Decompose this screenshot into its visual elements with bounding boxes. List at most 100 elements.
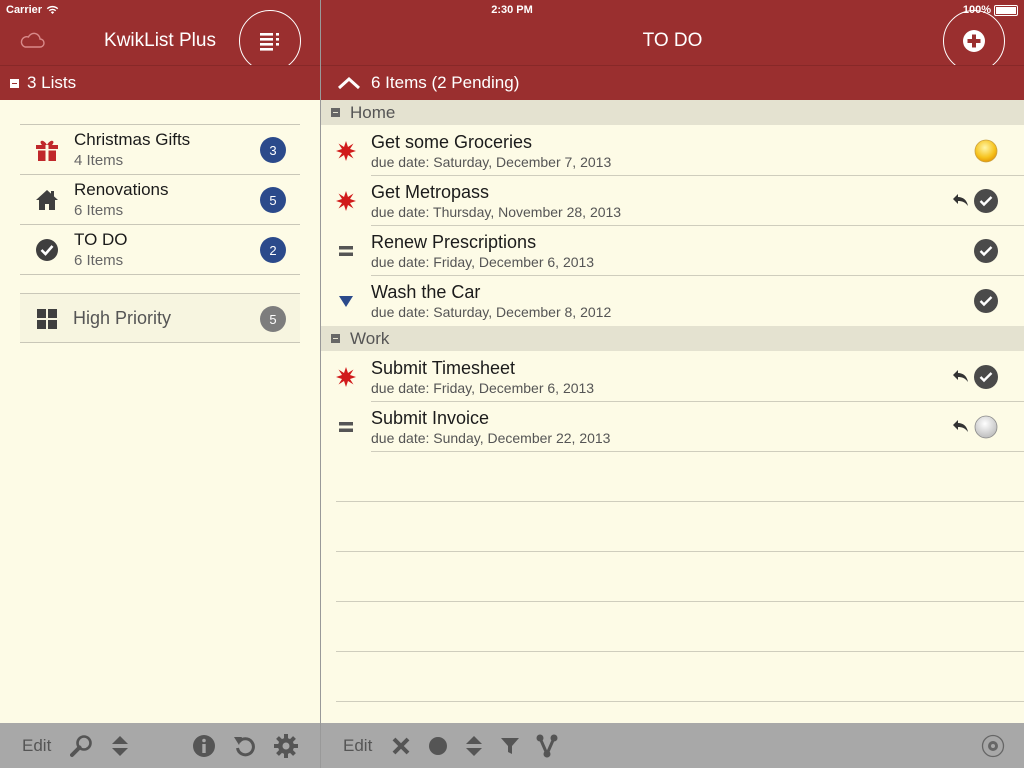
house-icon (34, 187, 60, 213)
sort-icon[interactable] (464, 733, 484, 759)
row-divider (371, 451, 1024, 452)
normal-priority-icon (335, 416, 357, 438)
low-priority-icon (335, 290, 357, 312)
list-item-todo[interactable]: TO DO 6 Items 2 (20, 224, 300, 275)
todo-item[interactable]: Renew Prescriptions due date: Friday, De… (321, 226, 1024, 276)
empty-row-line (336, 551, 1024, 552)
list-menu-icon (260, 33, 279, 51)
completed-check-button[interactable] (974, 239, 998, 263)
todo-item[interactable]: Wash the Car due date: Saturday, Decembe… (321, 276, 1024, 326)
add-item-button[interactable] (943, 10, 1005, 72)
check-icon (979, 296, 993, 307)
high-priority-icon (335, 366, 357, 388)
sort-icon[interactable] (110, 733, 130, 759)
list-name: TO DO (74, 230, 128, 249)
check-circle-icon (34, 237, 60, 263)
item-title: Get Metropass (371, 182, 490, 202)
sidebar-toolbar: Edit (0, 723, 320, 768)
section-label: Home (350, 102, 396, 122)
item-due-date: due date: Saturday, December 8, 2012 (371, 304, 612, 320)
item-title: Get some Groceries (371, 132, 533, 152)
list-name: Renovations (74, 180, 169, 199)
search-icon[interactable] (70, 733, 94, 759)
pending-badge: 5 (260, 187, 286, 213)
items-summary: 6 Items (2 Pending) (371, 73, 520, 92)
header-bar: Carrier 2:30 PM 100% KwikList Plus TO DO (0, 0, 1024, 72)
yellow-circle-icon (974, 139, 998, 163)
section-label: Work (350, 328, 390, 348)
info-icon[interactable] (192, 733, 216, 759)
grey-circle-icon (974, 415, 998, 439)
undo-icon[interactable] (952, 192, 970, 208)
item-due-date: due date: Friday, December 6, 2013 (371, 254, 595, 270)
todo-item[interactable]: Submit Timesheet due date: Friday, Decem… (321, 352, 1024, 402)
list-name: Christmas Gifts (74, 130, 191, 149)
edit-lists-button[interactable]: Edit (22, 733, 51, 759)
item-due-date: due date: Sunday, December 22, 2013 (371, 430, 611, 446)
lists-panel: Christmas Gifts 4 Items 3 Renovations 6 … (20, 124, 300, 275)
section-home[interactable]: Home (321, 100, 1024, 125)
grid-icon (34, 306, 60, 332)
items-toolbar: Edit (321, 723, 1024, 768)
check-icon (979, 196, 993, 207)
pending-status-button[interactable] (974, 415, 998, 439)
delete-icon[interactable] (391, 733, 411, 759)
item-due-date: due date: Saturday, December 7, 2013 (371, 154, 612, 170)
page-title: TO DO (642, 30, 703, 51)
menu-button[interactable] (239, 10, 301, 72)
pending-badge: 2 (260, 237, 286, 263)
empty-row-line (336, 501, 1024, 502)
empty-row-line (336, 701, 1024, 702)
lists-header-label: 3 Lists (27, 73, 77, 92)
normal-priority-icon (335, 240, 357, 262)
high-priority-icon (335, 140, 357, 162)
collapse-icon[interactable] (331, 334, 340, 343)
plus-circle-icon (963, 30, 985, 52)
collapse-icon[interactable] (331, 108, 340, 117)
lists-header[interactable]: 3 Lists (0, 65, 320, 100)
completed-check-button[interactable] (974, 189, 998, 213)
options-gear-icon[interactable] (981, 733, 1005, 759)
high-priority-filter[interactable]: High Priority 5 (20, 293, 300, 343)
priority-badge: 5 (260, 306, 286, 332)
settings-gear-icon[interactable] (273, 733, 299, 759)
pending-status-button[interactable] (974, 139, 998, 163)
todo-item[interactable]: Submit Invoice due date: Sunday, Decembe… (321, 402, 1024, 452)
status-time: 2:30 PM (491, 4, 533, 16)
todo-item[interactable]: Get some Groceries due date: Saturday, D… (321, 126, 1024, 176)
completed-check-button[interactable] (974, 365, 998, 389)
empty-row-line (336, 601, 1024, 602)
edit-items-button[interactable]: Edit (343, 733, 372, 759)
item-title: Submit Invoice (371, 408, 490, 428)
list-count: 6 Items (74, 202, 124, 219)
list-item-renovations[interactable]: Renovations 6 Items 5 (20, 174, 300, 224)
completed-check-button[interactable] (974, 289, 998, 313)
item-title: Renew Prescriptions (371, 232, 537, 252)
collapse-icon[interactable] (10, 78, 19, 88)
battery-icon (994, 4, 1018, 16)
section-work[interactable]: Work (321, 326, 1024, 351)
high-priority-icon (335, 190, 357, 212)
item-title: Submit Timesheet (371, 358, 516, 378)
filter-icon[interactable] (500, 733, 520, 759)
refresh-icon[interactable] (233, 733, 257, 759)
gift-icon (34, 137, 60, 163)
items-summary-bar[interactable]: 6 Items (2 Pending) (321, 65, 1024, 100)
chevron-up-icon[interactable] (337, 76, 361, 90)
todo-item[interactable]: Get Metropass due date: Thursday, Novemb… (321, 176, 1024, 226)
check-icon (979, 372, 993, 383)
pending-badge: 3 (260, 137, 286, 163)
list-item-christmas-gifts[interactable]: Christmas Gifts 4 Items 3 (20, 124, 300, 174)
item-due-date: due date: Friday, December 6, 2013 (371, 380, 595, 396)
undo-icon[interactable] (952, 418, 970, 434)
item-title: Wash the Car (371, 282, 481, 302)
check-icon (979, 246, 993, 257)
share-icon[interactable] (534, 733, 560, 759)
list-count: 4 Items (74, 152, 124, 169)
undo-icon[interactable] (952, 368, 970, 384)
empty-row-line (336, 651, 1024, 652)
list-count: 6 Items (74, 252, 124, 269)
priority-name: High Priority (73, 308, 172, 328)
circle-mark-icon[interactable] (428, 733, 448, 759)
item-due-date: due date: Thursday, November 28, 2013 (371, 204, 622, 220)
